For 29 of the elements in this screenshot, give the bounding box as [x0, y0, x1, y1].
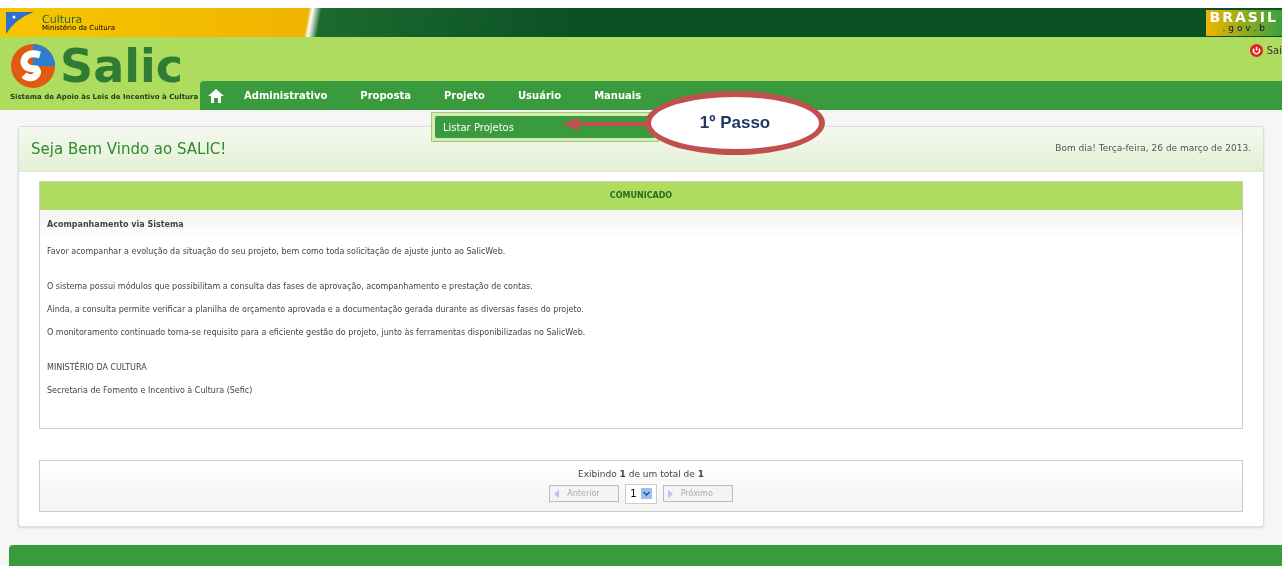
logo-text: Salic: [60, 43, 183, 89]
dropdown-arrow-icon: [640, 488, 652, 499]
nav-tab[interactable]: Manuais: [594, 88, 642, 103]
notice-paragraph: O monitoramento continuado torna-se requisito para a eficiente gestão do projeto, junto às ferramentas disponibilizadas no SalicWeb.: [47, 327, 586, 339]
date-text: Bom dia! Terça-feira, 26 de março de 2013.: [1055, 142, 1251, 156]
power-icon: [1249, 44, 1263, 57]
notice-paragraph: O sistema possui módulos que possibilitam a consulta das fases de aprovação, acompanhamento e prestação de contas.: [47, 281, 533, 293]
notice-paragraph: Ainda, a consulta permite verificar a planilha de orçamento aprovada e a documentação gerada durante as diversas fases do projeto.: [47, 304, 584, 316]
notice-paragraph: Secretaria de Fomento e Incentivo à Cultura (Sefic): [47, 385, 253, 397]
home-icon[interactable]: [208, 88, 224, 103]
notice-paragraph: MINISTÉRIO DA CULTURA: [47, 362, 147, 374]
nav-tab[interactable]: Proposta: [360, 88, 411, 103]
nav-tab[interactable]: Administrativo: [244, 88, 328, 103]
ministry-name: Cultura: [42, 13, 83, 25]
page-select[interactable]: 1: [625, 483, 657, 504]
left-triangle-icon: [554, 489, 560, 498]
nav-tab[interactable]: Projeto: [443, 88, 485, 103]
notice-paragraph: Favor acompanhar a evolução da situação do seu projeto, bem como toda solicitação de ajuste junto ao SalicWeb.: [47, 246, 506, 258]
gov-logo[interactable]: BRASIL . g o v . b: [1205, 9, 1282, 36]
notice-heading: Acompanhamento via Sistema: [47, 219, 185, 231]
notice-title: COMUNICADO: [40, 182, 1242, 210]
logout-link[interactable]: Sai: [1266, 43, 1282, 58]
nav-tab[interactable]: Usuário: [517, 88, 562, 103]
welcome-title: Seja Bem Vindo ao SALIC!: [31, 138, 227, 160]
salic-logo-icon: [10, 43, 56, 89]
flag-icon: [6, 11, 34, 34]
pagination-summary: Exibindo 1 de um total de 1: [578, 468, 704, 481]
menu-item[interactable]: Listar Projetos: [435, 116, 655, 138]
right-triangle-icon: [667, 489, 673, 498]
